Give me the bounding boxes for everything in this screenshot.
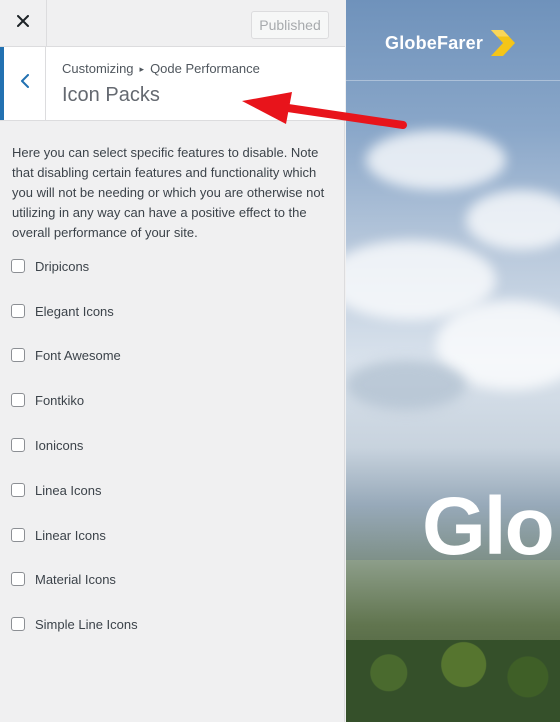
option-elegant-icons[interactable]: Elegant Icons [11, 301, 114, 321]
publish-button[interactable]: Published [251, 11, 329, 39]
cloud [366, 130, 506, 190]
checkbox[interactable] [11, 393, 25, 407]
option-label: Dripicons [35, 258, 90, 274]
chevron-left-icon [20, 74, 30, 93]
option-label: Fontkiko [35, 392, 85, 408]
option-label: Material Icons [35, 571, 116, 587]
checkbox[interactable] [11, 528, 25, 542]
chevron-logo-icon [487, 28, 517, 58]
checkbox[interactable] [11, 304, 25, 318]
section-title: Icon Packs [62, 84, 160, 106]
option-linear-icons[interactable]: Linear Icons [11, 525, 106, 545]
option-ionicons[interactable]: Ionicons [11, 435, 83, 455]
checkbox[interactable] [11, 617, 25, 631]
customizer-sidebar: Published Customizing ▸ Qode Performance I… [0, 0, 345, 722]
trees [346, 640, 560, 722]
breadcrumb-parent: Customizing [62, 61, 134, 76]
option-material-icons[interactable]: Material Icons [11, 569, 116, 589]
site-logo[interactable]: GlobeFarer [385, 28, 517, 58]
option-dripicons[interactable]: Dripicons [11, 256, 89, 276]
section-header: Customizing ▸ Qode Performance Icon Packs [0, 47, 345, 121]
close-icon [17, 14, 29, 32]
hero-heading: Glo [422, 481, 555, 572]
option-label: Linear Icons [35, 527, 106, 543]
option-label: Linea Icons [35, 482, 102, 498]
section-description: Here you can select specific features to… [12, 145, 325, 240]
option-label: Ionicons [35, 437, 84, 453]
option-fontkiko[interactable]: Fontkiko [11, 390, 84, 410]
close-button[interactable] [0, 0, 47, 46]
breadcrumb-separator-icon: ▸ [139, 64, 145, 74]
checkbox[interactable] [11, 348, 25, 362]
checkbox[interactable] [11, 438, 25, 452]
logo-text: GlobeFarer [385, 32, 484, 53]
cloud [466, 190, 560, 250]
option-linea-icons[interactable]: Linea Icons [11, 480, 102, 500]
cloud [346, 360, 466, 410]
checkbox[interactable] [11, 483, 25, 497]
breadcrumb: Customizing ▸ Qode Performance [62, 61, 260, 76]
back-button[interactable] [0, 47, 46, 120]
header-divider [346, 80, 560, 81]
checkbox[interactable] [11, 259, 25, 273]
option-simple-line-icons[interactable]: Simple Line Icons [11, 614, 138, 634]
site-preview[interactable]: GlobeFarer Glo [346, 0, 560, 722]
checkbox[interactable] [11, 572, 25, 586]
option-label: Font Awesome [35, 347, 121, 363]
option-label: Elegant Icons [35, 303, 114, 319]
customizer-topbar: Published [0, 0, 345, 47]
breadcrumb-current: Qode Performance [150, 61, 260, 76]
option-font-awesome[interactable]: Font Awesome [11, 345, 121, 365]
option-label: Simple Line Icons [35, 616, 138, 632]
